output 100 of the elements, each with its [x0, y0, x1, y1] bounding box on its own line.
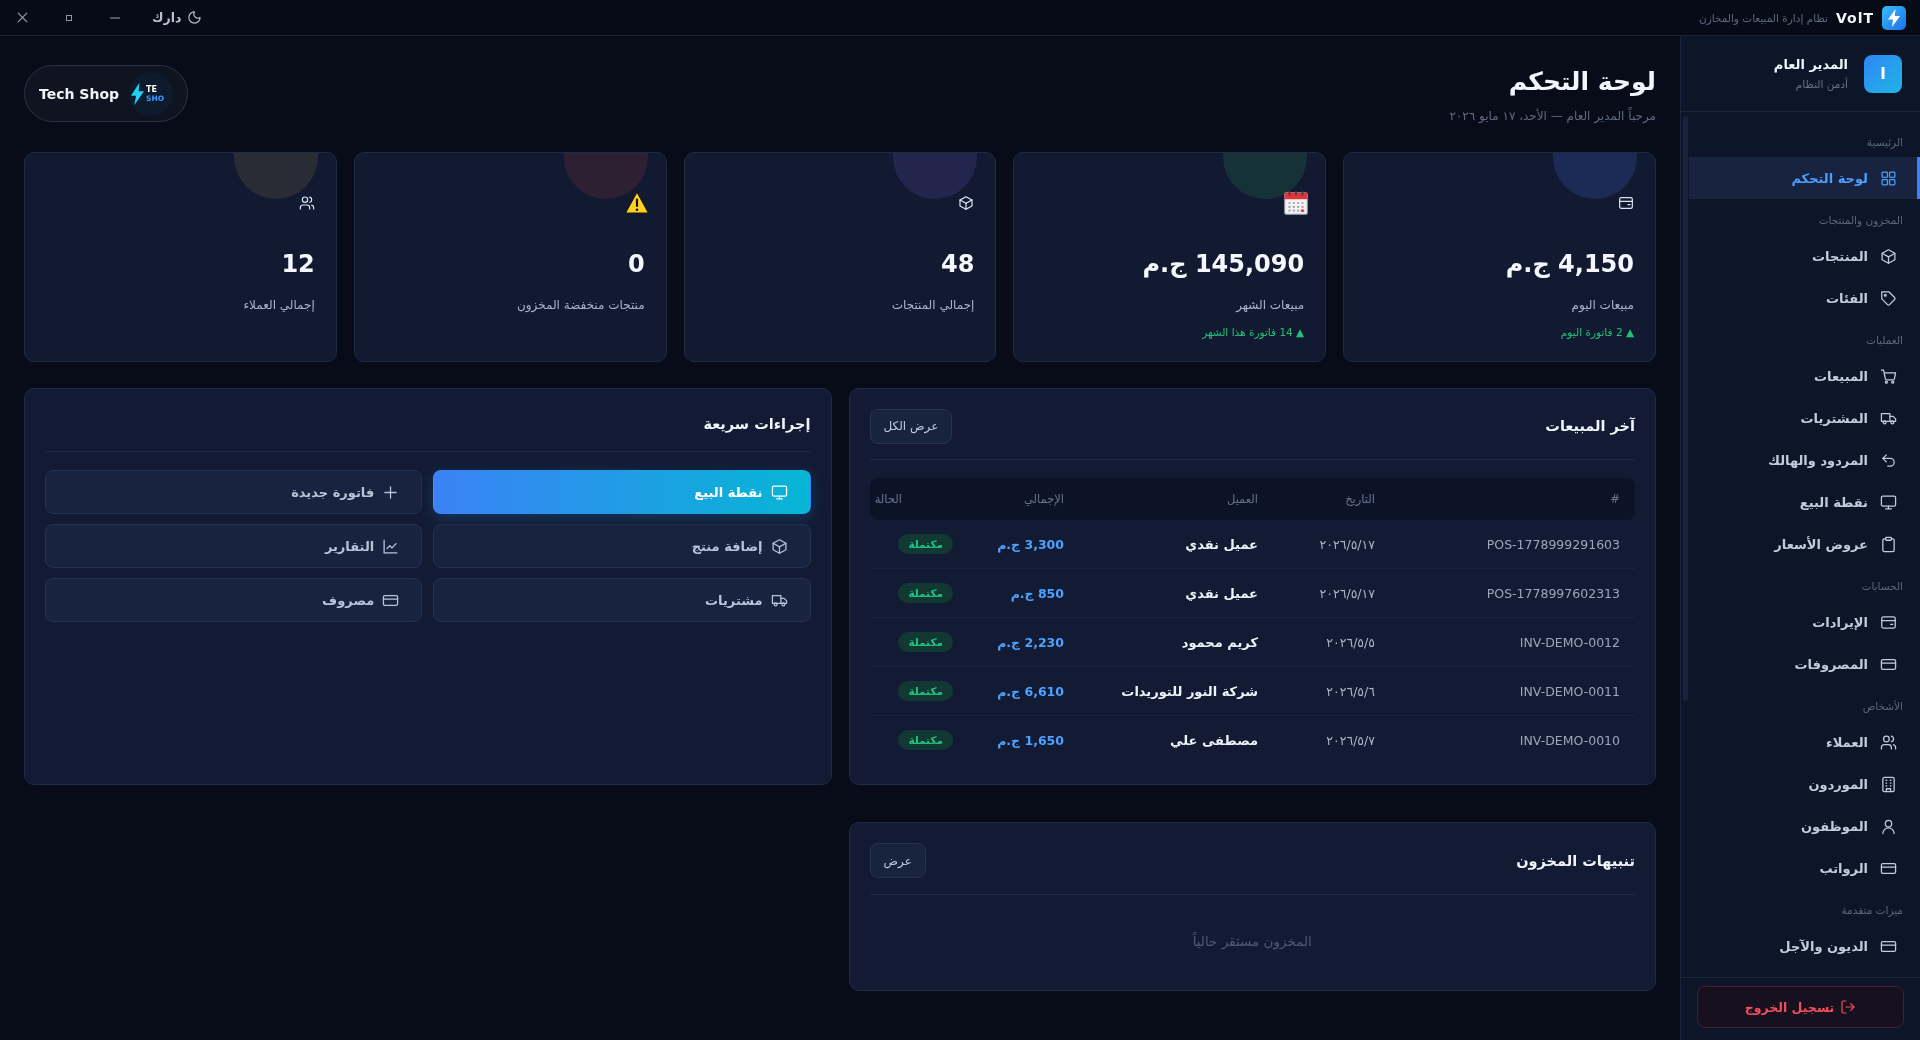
logout-button[interactable]: تسجيل الخروج	[1697, 986, 1904, 1028]
cube-icon	[958, 195, 975, 211]
panel-title: تنبيهات المخزون	[1516, 852, 1635, 869]
cube-icon	[770, 537, 788, 555]
table-cell: INV-DEMO-0011	[1390, 667, 1635, 716]
theme-toggle[interactable]: دارك	[152, 10, 203, 25]
avatar: I	[1864, 54, 1902, 93]
view-button[interactable]: عرض	[869, 843, 926, 878]
maximize-icon[interactable]	[66, 14, 72, 21]
stat-value: 145,090 ج.م	[1142, 249, 1305, 280]
quick-action-button[interactable]: مصروف	[45, 578, 423, 622]
grid-icon	[1880, 169, 1897, 187]
undo-arrow-icon	[1880, 451, 1897, 469]
stat-value: 4,150 ج.م	[1505, 249, 1634, 280]
app-subtitle: نظام إدارة المبيعات والمخازن	[1698, 11, 1828, 24]
users-icon	[1880, 733, 1897, 751]
moon-icon	[187, 10, 203, 25]
quick-action-button[interactable]: التقارير	[45, 524, 423, 568]
wallet-icon	[1618, 195, 1634, 211]
store-name: Tech Shop	[39, 85, 119, 102]
stat-value: 0	[627, 249, 645, 280]
section-label: ميزات متقدمة	[1840, 903, 1904, 919]
table-cell: ٢٠٢٦/٥/٥	[1273, 618, 1390, 667]
sidebar-item[interactable]: نقطة البيع	[1689, 481, 1920, 523]
status-badge: مكتملة	[898, 730, 953, 750]
user-role: أدمن النظام	[1795, 78, 1848, 90]
stat-label: مبيعات الشهر	[1236, 297, 1305, 314]
sidebar-item[interactable]: الموردون	[1689, 763, 1920, 805]
building-icon	[1880, 775, 1897, 793]
sidebar-item[interactable]: المبيعات	[1689, 355, 1920, 397]
cube-icon	[1880, 247, 1897, 265]
quick-action-button[interactable]: مشتريات	[433, 578, 811, 622]
column-header: العميل	[1079, 478, 1273, 520]
sidebar-item[interactable]: المردود والهالك	[1689, 439, 1920, 481]
sidebar-item[interactable]: الرواتب	[1689, 847, 1920, 889]
quick-action-button[interactable]: إضافة منتج	[433, 524, 811, 568]
table-cell: عميل نقدي	[1079, 569, 1273, 618]
status-badge: مكتملة	[898, 534, 953, 554]
close-icon[interactable]	[17, 12, 28, 23]
sidebar-item[interactable]: الفئات	[1689, 277, 1920, 319]
sidebar-item[interactable]: الديون والآجل	[1689, 925, 1920, 967]
view-all-button[interactable]: عرض الكل	[869, 408, 953, 444]
section-label: الحسابات	[1860, 579, 1904, 594]
table-cell-text: ٢٠٢٦/٥/٧	[1325, 731, 1376, 750]
table-cell: ٢٠٢٦/٥/٦	[1273, 667, 1390, 716]
sidebar-item[interactable]: عروض الأسعار	[1689, 523, 1920, 565]
table-cell-text: مصطفى علي	[1169, 731, 1259, 750]
quick-action-button[interactable]: فاتورة جديدة	[45, 470, 423, 514]
table-cell: 850 ج.م	[961, 569, 1079, 618]
stat-label: إجمالي المنتجات	[891, 297, 975, 314]
sidebar-item[interactable]: المصروفات	[1689, 643, 1920, 685]
table-cell: 2,230 ج.م	[961, 618, 1079, 667]
sidebar-item[interactable]: لوحة التحكم	[1689, 157, 1920, 199]
table-cell: كريم محمود	[1079, 618, 1273, 667]
table-cell: ٢٠٢٦/٥/١٧	[1273, 520, 1390, 569]
clipboard-icon	[1880, 535, 1897, 553]
monitor-icon	[1880, 493, 1897, 511]
panel-title: آخر المبيعات	[1545, 418, 1635, 434]
sidebar-item[interactable]: المشتريات	[1689, 397, 1920, 439]
table-cell: 3,300 ج.م	[961, 520, 1079, 569]
trend-text: ▲ 14 فاتورة هذا الشهر	[1202, 325, 1305, 340]
table-cell: POS-1778997602313	[1390, 569, 1635, 618]
sidebar-item[interactable]: المنتجات	[1689, 235, 1920, 277]
status-badge: مكتملة	[898, 632, 953, 652]
table-cell-text: 1,650 ج.م	[996, 731, 1065, 751]
column-header: الإجمالي	[961, 478, 1079, 520]
stat-label: منتجات منخفضة المخزون	[517, 297, 645, 314]
column-header: #	[1390, 478, 1635, 520]
line-chart-icon	[382, 537, 400, 555]
table-cell-text: INV-DEMO-0010	[1518, 731, 1621, 750]
user-icon	[1880, 817, 1897, 835]
warning-icon	[623, 190, 650, 216]
user-name: المدير العام	[1773, 57, 1848, 72]
lightning-logo-icon	[1882, 5, 1906, 30]
stat-value: 48	[941, 249, 975, 280]
stat-value: 12	[281, 249, 315, 280]
column-header: الحالة	[869, 478, 961, 520]
stat-label: مبيعات اليوم	[1571, 297, 1634, 314]
sidebar-item[interactable]: الإيرادات	[1689, 601, 1920, 643]
column-header: التاريخ	[1273, 478, 1390, 520]
wallet-icon	[1880, 613, 1897, 631]
sidebar-item[interactable]: الموظفون	[1689, 805, 1920, 847]
sidebar-item[interactable]: العملاء	[1689, 721, 1920, 763]
users-icon	[298, 195, 315, 211]
table-cell: شركة النور للتوريدات	[1079, 667, 1273, 716]
page-title: لوحة التحكم	[1508, 66, 1656, 98]
plus-icon	[382, 483, 400, 501]
status-badge: مكتملة	[898, 583, 953, 603]
tag-icon	[1880, 289, 1897, 307]
monitor-icon	[770, 483, 788, 501]
trend-text: ▲ 2 فاتورة اليوم	[1560, 325, 1634, 340]
section-label: العمليات	[1865, 333, 1904, 348]
empty-message: المخزون مستقر حالياً	[1191, 933, 1313, 949]
minimize-icon[interactable]	[110, 16, 120, 19]
logout-icon	[1840, 999, 1857, 1015]
stat-label: إجمالي العملاء	[243, 297, 315, 314]
page-subtitle: مرحباً المدير العام — الأحد، ١٧ مايو ٢٠٢٦	[1449, 107, 1656, 125]
panel-title: إجراءات سريعة	[703, 416, 811, 432]
calendar-icon	[1283, 190, 1310, 216]
table-cell: ٢٠٢٦/٥/١٧	[1273, 569, 1390, 618]
